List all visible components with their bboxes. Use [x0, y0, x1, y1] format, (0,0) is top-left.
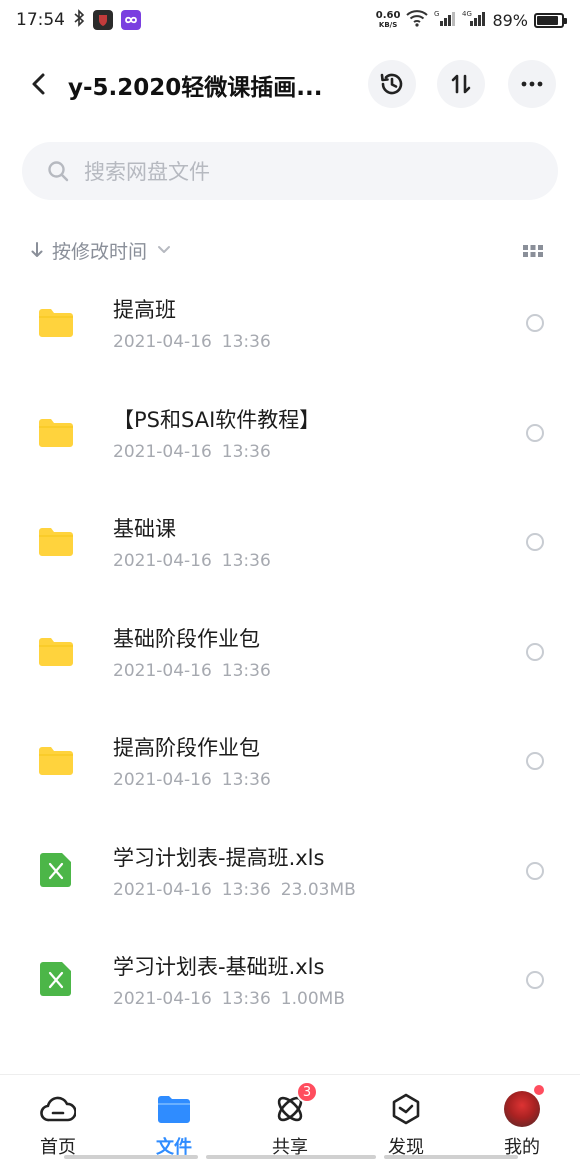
chevron-down-icon: [157, 245, 171, 255]
grid-view-button[interactable]: [522, 242, 544, 264]
home-indicator: [64, 1155, 198, 1159]
home-indicator-far: [384, 1155, 518, 1159]
folder-icon: [38, 527, 74, 561]
file-name: 基础课: [113, 517, 176, 541]
folder-icon: [38, 637, 74, 671]
grid-icon: [523, 245, 543, 257]
home-indicator-right: [206, 1155, 376, 1159]
search-input[interactable]: 搜索网盘文件: [22, 142, 558, 200]
tab-profile[interactable]: 我的: [464, 1075, 580, 1160]
wifi-icon: [406, 9, 429, 31]
discover-cube-icon: [388, 1091, 424, 1127]
history-button[interactable]: [368, 60, 416, 108]
select-checkbox[interactable]: [526, 314, 544, 332]
file-name: 学习计划表-提高班.xls: [113, 845, 325, 870]
transfer-arrows-icon: [451, 74, 471, 94]
file-meta: 2021-04-16 13:36: [113, 770, 271, 790]
arrow-down-icon: [30, 240, 44, 260]
signal-4g-icon: 4G: [462, 9, 486, 31]
file-meta: 2021-04-16 13:36: [113, 551, 271, 571]
file-name: 提高班: [113, 298, 176, 322]
avatar-image: [504, 1091, 540, 1127]
search-icon: [48, 161, 69, 182]
folder-icon: [38, 746, 74, 780]
file-name: 【PS和SAI软件教程】: [113, 407, 321, 432]
select-checkbox[interactable]: [526, 971, 544, 989]
battery-fill: [537, 15, 559, 25]
select-checkbox[interactable]: [526, 861, 544, 880]
excel-file-icon: [40, 961, 72, 1001]
file-name: 提高阶段作业包: [113, 736, 260, 760]
more-dots-icon: [521, 81, 543, 87]
file-row[interactable]: 提高阶段作业包 2021-04-16 13:36: [0, 716, 580, 826]
back-button[interactable]: [26, 70, 54, 98]
file-name: 基础阶段作业包: [113, 626, 260, 651]
select-checkbox[interactable]: [526, 752, 544, 770]
page-title: y-5.2020轻微课插画...: [68, 75, 323, 101]
search-placeholder: 搜索网盘文件: [84, 160, 210, 184]
select-checkbox[interactable]: [526, 423, 544, 442]
avatar: [504, 1085, 544, 1127]
status-bar: 17:54 0.60 KB/S G 4G 89%: [0, 0, 580, 40]
more-button[interactable]: [508, 60, 556, 108]
tab-files[interactable]: 文件: [116, 1075, 232, 1160]
chevron-left-icon: [32, 73, 45, 95]
file-meta: 2021-04-16 13:36: [113, 660, 271, 681]
bottom-tab-bar: 首页 文件 3 共享 发现 我的: [0, 1074, 580, 1160]
file-name: 学习计划表-基础班.xls: [113, 955, 325, 979]
notification-badge: 3: [296, 1081, 318, 1103]
file-row[interactable]: 学习计划表-提高班.xls 2021-04-16 13:36 23.03MB: [0, 826, 580, 936]
file-meta: 2021-04-16 13:36 1.00MB: [113, 989, 345, 1009]
tab-share[interactable]: 3 共享: [232, 1075, 348, 1160]
svg-text:4G: 4G: [462, 10, 472, 18]
file-row[interactable]: 基础课 2021-04-16 13:36: [0, 497, 580, 607]
cloud-icon: [40, 1091, 76, 1127]
svg-text:G: G: [434, 10, 439, 18]
sort-button[interactable]: 按修改时间: [30, 237, 171, 264]
file-row[interactable]: 学习计划表-基础班.xls 2021-04-16 13:36 1.00MB: [0, 935, 580, 1045]
app-loop-icon: [121, 10, 141, 30]
status-time: 17:54: [16, 10, 65, 30]
history-icon: [380, 73, 403, 95]
excel-file-icon: [40, 852, 72, 892]
select-checkbox[interactable]: [526, 533, 544, 551]
folder-icon: [156, 1091, 192, 1127]
tab-discover[interactable]: 发现: [348, 1075, 464, 1160]
notification-dot: [534, 1085, 544, 1095]
folder-icon: [38, 418, 74, 452]
bluetooth-icon: [73, 8, 85, 32]
signal-g-icon: G: [434, 9, 456, 31]
file-row[interactable]: 基础阶段作业包 2021-04-16 13:36: [0, 607, 580, 717]
transfer-button[interactable]: [437, 60, 485, 108]
file-meta: 2021-04-16 13:36 23.03MB: [113, 879, 356, 900]
file-row[interactable]: 提高班 2021-04-16 13:36: [0, 278, 580, 388]
sort-label: 按修改时间: [52, 240, 148, 263]
app-notification-icon: [93, 10, 113, 30]
tab-home[interactable]: 首页: [0, 1075, 116, 1160]
battery-percent: 89%: [492, 10, 528, 30]
network-speed: 0.60 KB/S: [375, 10, 401, 30]
folder-icon: [38, 308, 74, 342]
file-row[interactable]: 【PS和SAI软件教程】 2021-04-16 13:36: [0, 388, 580, 498]
battery-icon: [534, 12, 567, 28]
select-checkbox[interactable]: [526, 642, 544, 661]
file-list: 提高班 2021-04-16 13:36 【PS和SAI软件教程】 2021-04…: [0, 278, 580, 1045]
share-atom-icon: 3: [272, 1081, 318, 1127]
file-meta: 2021-04-16 13:36: [113, 441, 271, 462]
file-meta: 2021-04-16 13:36: [113, 332, 271, 352]
header: y-5.2020轻微课插画...: [0, 56, 580, 112]
sort-row: 按修改时间: [30, 232, 550, 268]
